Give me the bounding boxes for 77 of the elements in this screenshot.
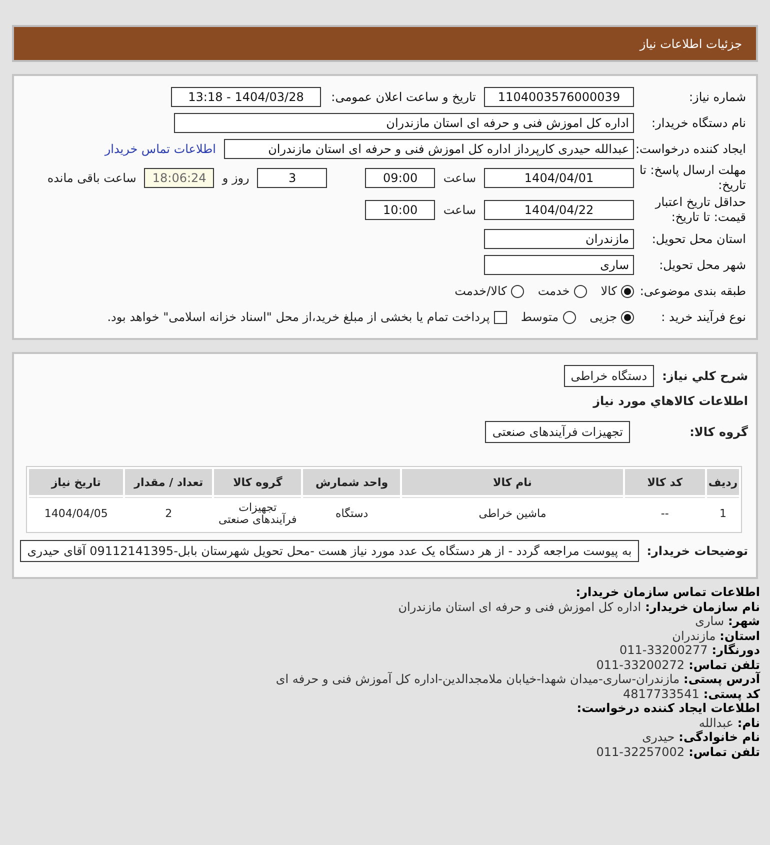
column-header: تعداد / مقدار [125, 469, 212, 495]
info-value: حیدری [642, 730, 675, 744]
text-field[interactable]: اداره کل اموزش فنی و حرفه ای استان مازندران [174, 113, 634, 133]
table-cell: 2 [125, 497, 212, 530]
time-field[interactable]: 09:00 [365, 168, 436, 188]
text-field[interactable]: 1104003576000039 [484, 87, 634, 107]
field-label: تاریخ و ساعت اعلان عمومی: [330, 90, 476, 104]
info-label: نام خانوادگی: [678, 730, 760, 744]
radio-option[interactable]: متوسط [520, 310, 576, 324]
info-label: نام: [737, 716, 760, 730]
text-field[interactable]: عبدالله حیدری کارپرداز اداره کل اموزش فنی و حرفه ای استان مازندران [224, 139, 634, 159]
notes-field: به پیوست مراجعه گردد - از هر دستگاه یک عدد مورد نیاز هست -محل تحویل شهرستان بابل-09112141395 آقای حیدری [20, 540, 639, 562]
info-label: تلفن تماس: [688, 744, 760, 759]
field-label: ایجاد کننده درخواست: [634, 142, 746, 156]
info-value: عبدالله [698, 716, 734, 730]
info-label: کد پستی: [703, 686, 760, 701]
table-cell: 1404/04/05 [29, 497, 124, 530]
countdown-field: 18:06:24 [144, 168, 214, 188]
text-field[interactable]: 1404/03/28 - 13:18 [171, 87, 321, 107]
field-label: حداقل تاریخ اعتبار قیمت: تا تاریخ: [654, 195, 746, 225]
info-label: استان: [720, 628, 760, 643]
column-header: گروه کالا [214, 469, 302, 495]
time-field[interactable]: 10:00 [365, 200, 436, 220]
info-label: نام سازمان خریدار: [645, 600, 760, 614]
date-field[interactable]: 1404/04/01 [484, 168, 634, 188]
contact-link[interactable]: اطلاعات تماس خریدار [104, 142, 216, 156]
table-cell: تجهیزات فرآیندهای صنعتی [214, 497, 302, 530]
treasury-checkbox[interactable]: پرداخت تمام یا بخشی از مبلغ خرید،از محل "اسناد خزانه اسلامی" خواهد بود. [107, 310, 507, 324]
text-field[interactable]: مازندران [484, 229, 634, 249]
field-label: ساعت [443, 171, 476, 185]
days-field[interactable]: 3 [257, 168, 328, 188]
text-field[interactable]: ساری [484, 255, 634, 275]
goods-group-field: تجهیزات فرآیندهای صنعتی [485, 421, 630, 443]
field-label: نام دستگاه خریدار: [650, 116, 746, 130]
info-value: 4817733541 [622, 686, 700, 701]
column-header: واحد شمارش [303, 469, 400, 495]
field-label: روز و [222, 171, 250, 185]
info-value: 011-33200277 [619, 643, 708, 658]
section-heading: اطلاعات کالاهاي مورد نياز [593, 394, 748, 408]
date-field[interactable]: 1404/04/22 [484, 200, 634, 220]
info-label: دورنگار: [712, 643, 760, 658]
info-value: 011-32257002 [596, 744, 685, 759]
field-label: طبقه بندی موضوعی: [638, 284, 746, 298]
info-value: ساری [695, 614, 724, 628]
table-cell: -- [624, 497, 706, 530]
radio-option[interactable]: خدمت [538, 284, 587, 298]
radio-option[interactable]: کالا [600, 284, 634, 298]
field-label: شهر محل تحویل: [658, 258, 746, 272]
info-value: 011-33200272 [596, 658, 685, 672]
info-value: اداره کل اموزش فنی و حرفه ای استان مازندران [398, 600, 642, 614]
field-label: گروه کالا: [688, 425, 748, 439]
radio-option[interactable]: کالا/خدمت [454, 284, 524, 298]
field-label: ساعت [443, 203, 476, 217]
section-heading: اطلاعات ایجاد کننده درخواست: [576, 701, 760, 716]
info-value: مازندران-ساری-میدان شهدا-خیابان ملامجدالدین-اداره کل آموزش فنی و حرفه ای [276, 672, 680, 686]
section-heading: اطلاعات تماس سازمان خریدار: [576, 585, 760, 600]
table-cell: 1 [707, 497, 739, 530]
info-label: شهر: [728, 614, 760, 628]
field-label: مهلت ارسال پاسخ: تا تاریخ: [638, 163, 746, 193]
table-cell: ماشین خراطی [402, 497, 623, 530]
field-label: شرح کلي نياز: [662, 369, 748, 383]
column-header: نام کالا [402, 469, 623, 495]
summary-field: دستگاه خراطی [564, 365, 654, 387]
radio-option[interactable]: جزیی [590, 310, 634, 324]
column-header: ردیف [707, 469, 739, 495]
column-header: کد کالا [624, 469, 706, 495]
field-label: نوع فرآیند خرید : [660, 310, 746, 324]
info-label: آدرس پستی: [684, 672, 760, 686]
field-label: ساعت باقی مانده [47, 171, 136, 185]
info-value: مازندران [672, 628, 716, 643]
field-label: شماره نیاز: [688, 90, 746, 104]
field-label: استان محل تحویل: [650, 232, 746, 246]
column-header: تاریخ نیاز [29, 469, 124, 495]
table-cell: دستگاه [303, 497, 400, 530]
field-label: توضیحات خریدار: [646, 544, 748, 558]
page-title: جزئیات اطلاعات نیاز [12, 25, 758, 62]
info-label: تلفن تماس: [688, 658, 760, 672]
